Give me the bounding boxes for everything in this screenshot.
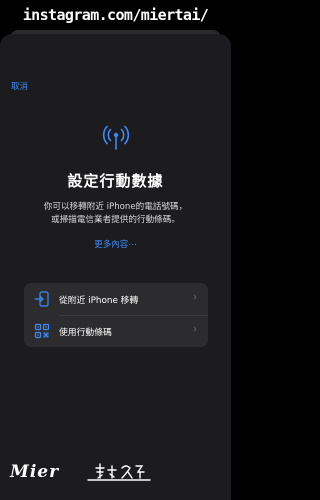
option-label-transfer: 從附近 iPhone 移轉 [59, 296, 139, 306]
signature-logo [87, 463, 151, 481]
phone-transfer-icon [34, 291, 49, 307]
description-line-2: 或掃描電信業者提供的行動條碼。 [51, 215, 180, 225]
watermark-text: instagram.com/miertai/ [22, 6, 209, 24]
chevron-right-icon: › [193, 324, 197, 335]
transfer-from-nearby-iphone-option[interactable]: 從附近 iPhone 移轉 › [24, 283, 208, 315]
qr-code-icon [34, 323, 50, 339]
antenna-icon [102, 125, 130, 150]
use-qr-code-option[interactable]: 使用行動條碼 › [24, 315, 208, 347]
signature-text: Mier [10, 462, 60, 482]
description: 你可以移轉附近 iPhone的電話號碼， 或掃描電信業者提供的行動條碼。 [0, 201, 231, 227]
page-title: 設定行動數據 [67, 172, 164, 190]
option-label-qr: 使用行動條碼 [59, 328, 112, 338]
more-info-link[interactable]: 更多內容⋯ [0, 238, 231, 250]
options-list: 從附近 iPhone 移轉 › 使用行動條碼 › [24, 283, 208, 347]
chevron-right-icon: › [193, 292, 197, 303]
cellular-setup-sheet: 取消 設定行動數據 你可以移轉附近 iPhone的電話號碼， 或掃描電信業者提供… [0, 34, 231, 500]
description-line-1: 你可以移轉附近 iPhone的電話號碼， [43, 202, 188, 212]
cancel-button[interactable]: 取消 [11, 80, 28, 92]
